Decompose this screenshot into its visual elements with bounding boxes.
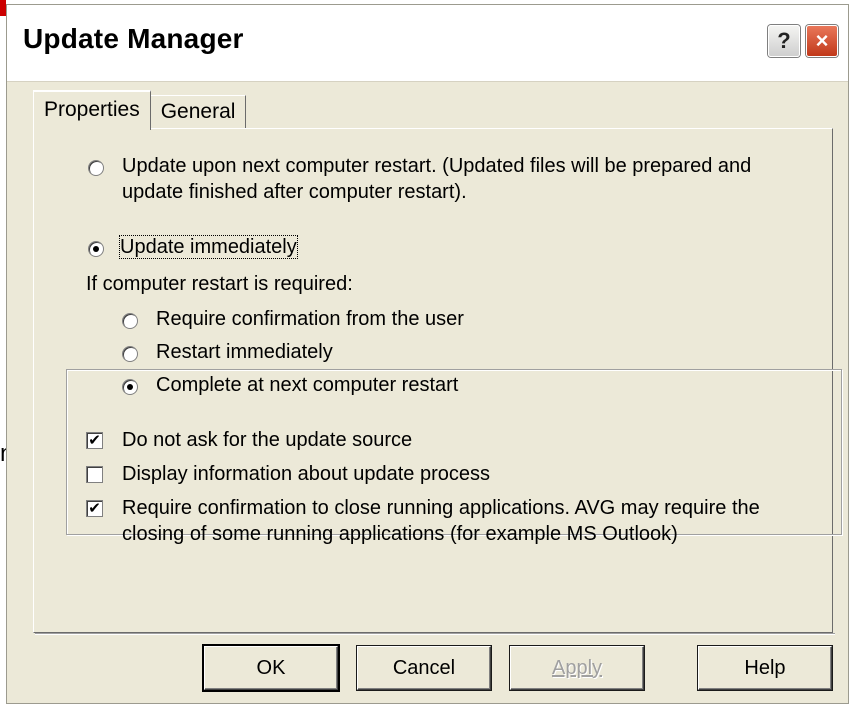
- confirm-close-apps-label-line1[interactable]: Require confirmation to close running ap…: [122, 495, 760, 521]
- window-title: Update Manager: [23, 23, 244, 54]
- restart-update-label-line1[interactable]: Update upon next computer restart. (Upda…: [122, 153, 751, 179]
- question-mark-icon: ?: [777, 28, 791, 53]
- restart-update-label-line2[interactable]: update finished after computer restart).: [122, 179, 467, 205]
- update-immediately-legend: Update immediately: [114, 234, 303, 260]
- restart-update-radio[interactable]: [88, 160, 104, 176]
- screen: n Update Manager ? × Properties General …: [0, 0, 849, 704]
- update-immediately-label[interactable]: Update immediately: [119, 235, 298, 259]
- display-info-checkbox[interactable]: [86, 466, 103, 483]
- checkmark-icon: ✔: [88, 432, 101, 449]
- confirm-close-apps-label-line2[interactable]: closing of some running applications (fo…: [122, 521, 678, 547]
- require-confirmation-radio[interactable]: [122, 313, 138, 329]
- no-ask-source-checkbox[interactable]: ✔: [86, 432, 103, 449]
- apply-button[interactable]: Apply: [510, 646, 644, 690]
- tab-strip: Properties General: [33, 89, 247, 130]
- tab-general[interactable]: General: [149, 95, 247, 129]
- complete-next-restart-label[interactable]: Complete at next computer restart: [156, 372, 458, 398]
- title-bar[interactable]: Update Manager ? ×: [7, 5, 848, 82]
- help-button[interactable]: ?: [768, 25, 800, 57]
- ok-button[interactable]: OK: [204, 646, 338, 690]
- close-button[interactable]: ×: [806, 25, 838, 57]
- complete-next-restart-radio[interactable]: [122, 379, 138, 395]
- no-ask-source-label[interactable]: Do not ask for the update source: [122, 427, 412, 453]
- close-icon: ×: [815, 28, 829, 53]
- require-confirmation-label[interactable]: Require confirmation from the user: [156, 306, 464, 332]
- display-info-label[interactable]: Display information about update process: [122, 461, 490, 487]
- tab-properties[interactable]: Properties: [33, 90, 151, 130]
- update-immediately-radio[interactable]: [88, 241, 104, 257]
- help-dialog-button[interactable]: Help: [698, 646, 832, 690]
- restart-required-prompt: If computer restart is required:: [86, 273, 353, 295]
- checkmark-icon: ✔: [88, 500, 101, 517]
- update-manager-dialog: Update Manager ? × Properties General Up…: [6, 4, 849, 704]
- properties-panel: Update upon next computer restart. (Upda…: [33, 128, 842, 633]
- confirm-close-apps-checkbox[interactable]: ✔: [86, 500, 103, 517]
- apply-button-label: Apply: [551, 656, 603, 679]
- button-separator: [35, 633, 835, 635]
- cancel-button[interactable]: Cancel: [357, 646, 491, 690]
- restart-immediately-label[interactable]: Restart immediately: [156, 339, 333, 365]
- restart-immediately-radio[interactable]: [122, 346, 138, 362]
